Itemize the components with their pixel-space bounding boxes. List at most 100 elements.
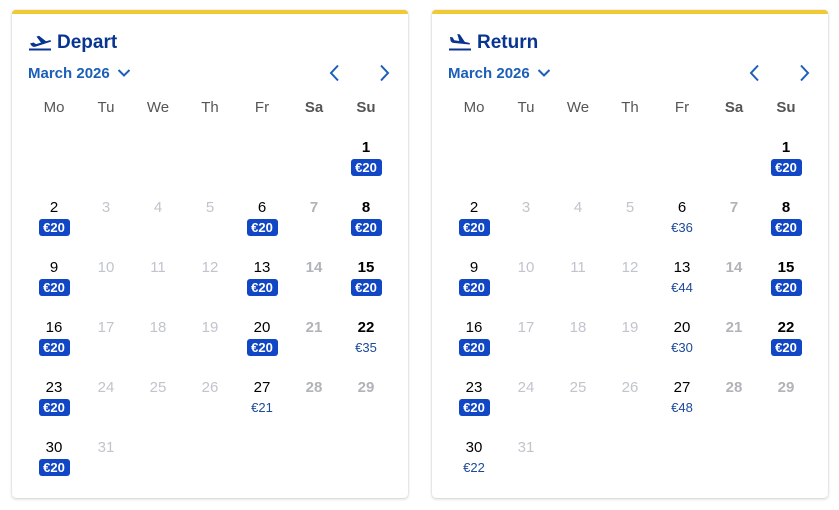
low-price-badge: €20 bbox=[38, 399, 70, 416]
day-cell: 12 bbox=[604, 259, 656, 309]
day-number: 23 bbox=[465, 379, 483, 396]
day-number: 24 bbox=[517, 379, 535, 396]
day-cell[interactable]: 30 €20 bbox=[28, 439, 80, 489]
day-cell: 10 bbox=[80, 259, 132, 309]
day-cell[interactable]: 20 €20 bbox=[236, 319, 288, 369]
day-number: 21 bbox=[305, 319, 323, 336]
day-number: 29 bbox=[777, 379, 795, 396]
day-cell[interactable]: 1 €20 bbox=[760, 139, 812, 189]
low-price-badge: €20 bbox=[770, 279, 802, 296]
day-number: 18 bbox=[149, 319, 167, 336]
day-cell[interactable]: 22 €20 bbox=[760, 319, 812, 369]
day-cell[interactable]: 22 €35 bbox=[340, 319, 392, 369]
next-month-button[interactable] bbox=[375, 63, 395, 83]
day-cell: 10 bbox=[500, 259, 552, 309]
low-price-badge: €20 bbox=[350, 159, 382, 176]
day-cell: 12 bbox=[184, 259, 236, 309]
day-number: 12 bbox=[201, 259, 219, 276]
chevron-right-icon bbox=[380, 64, 390, 82]
day-cell: 29 bbox=[760, 379, 812, 429]
day-cell[interactable]: 16 €20 bbox=[448, 319, 500, 369]
day-number: 8 bbox=[361, 199, 371, 216]
day-number: 16 bbox=[465, 319, 483, 336]
day-cell: 3 bbox=[500, 199, 552, 249]
day-cell[interactable]: 20 €30 bbox=[656, 319, 708, 369]
day-number: 1 bbox=[361, 139, 371, 156]
day-cell: 26 bbox=[184, 379, 236, 429]
day-number: 7 bbox=[729, 199, 739, 216]
day-number: 19 bbox=[201, 319, 219, 336]
day-number: 14 bbox=[305, 259, 323, 276]
day-cell: 5 bbox=[604, 199, 656, 249]
weekday-label: Su bbox=[776, 99, 796, 116]
weekday-label: Th bbox=[201, 99, 219, 116]
low-price-badge: €20 bbox=[38, 279, 70, 296]
weekday-label: Sa bbox=[304, 99, 324, 116]
weekday-label: Tu bbox=[517, 99, 535, 116]
day-cell: 11 bbox=[552, 259, 604, 309]
return-header: Return bbox=[448, 31, 538, 55]
day-cell[interactable]: 1 €20 bbox=[340, 139, 392, 189]
weekday-header: Mo Tu We Th Fr Sa Su bbox=[448, 99, 812, 119]
day-cell[interactable]: 13 €44 bbox=[656, 259, 708, 309]
day-cell[interactable]: 2 €20 bbox=[448, 199, 500, 249]
low-price-badge: €20 bbox=[458, 399, 490, 416]
day-cell[interactable]: 6 €36 bbox=[656, 199, 708, 249]
day-cell: 11 bbox=[132, 259, 184, 309]
weekday-label: Mo bbox=[463, 99, 485, 116]
day-cell[interactable]: 13 €20 bbox=[236, 259, 288, 309]
low-price-badge: €20 bbox=[458, 279, 490, 296]
day-number: 11 bbox=[150, 259, 166, 276]
month-dropdown[interactable]: March 2026 bbox=[448, 63, 551, 83]
price-label: €48 bbox=[671, 400, 693, 415]
day-number: 4 bbox=[573, 199, 583, 216]
day-cell[interactable]: 8 €20 bbox=[340, 199, 392, 249]
month-dropdown[interactable]: March 2026 bbox=[28, 63, 131, 83]
day-cell[interactable]: 15 €20 bbox=[340, 259, 392, 309]
day-cell: 18 bbox=[552, 319, 604, 369]
weekday-label: Su bbox=[356, 99, 376, 116]
day-number: 11 bbox=[570, 259, 586, 276]
return-calendar: Return March 2026 Mo Tu We Th Fr Sa Su 1 €20 2 €2… bbox=[432, 10, 828, 498]
next-month-button[interactable] bbox=[795, 63, 815, 83]
day-cell: 19 bbox=[604, 319, 656, 369]
day-cell: 17 bbox=[80, 319, 132, 369]
low-price-badge: €20 bbox=[38, 339, 70, 356]
depart-calendar: Depart March 2026 Mo Tu We Th Fr Sa Su 1 €20 2 €2… bbox=[12, 10, 408, 498]
day-grid: 1 €20 2 €20 3 4 5 6 €36 7 8 €20 9 €20 10 11 12 13 €44 14 15 €… bbox=[448, 139, 812, 499]
previous-month-button[interactable] bbox=[324, 63, 344, 83]
weekday-label: Fr bbox=[254, 99, 270, 116]
day-cell: 28 bbox=[288, 379, 340, 429]
day-cell[interactable]: 2 €20 bbox=[28, 199, 80, 249]
day-cell[interactable]: 27 €21 bbox=[236, 379, 288, 429]
day-cell[interactable]: 23 €20 bbox=[448, 379, 500, 429]
day-number: 7 bbox=[309, 199, 319, 216]
day-cell: 31 bbox=[80, 439, 132, 489]
low-price-badge: €20 bbox=[246, 279, 278, 296]
day-number: 8 bbox=[781, 199, 791, 216]
day-cell: 25 bbox=[132, 379, 184, 429]
chevron-left-icon bbox=[749, 64, 759, 82]
weekday-label: Tu bbox=[97, 99, 115, 116]
day-cell[interactable]: 27 €48 bbox=[656, 379, 708, 429]
day-cell[interactable]: 15 €20 bbox=[760, 259, 812, 309]
day-number: 14 bbox=[725, 259, 743, 276]
day-number: 16 bbox=[45, 319, 63, 336]
day-number: 17 bbox=[97, 319, 115, 336]
day-cell[interactable]: 30 €22 bbox=[448, 439, 500, 489]
day-number: 25 bbox=[149, 379, 167, 396]
day-number: 10 bbox=[97, 259, 115, 276]
day-cell[interactable]: 9 €20 bbox=[448, 259, 500, 309]
day-number: 6 bbox=[257, 199, 267, 216]
previous-month-button[interactable] bbox=[744, 63, 764, 83]
day-cell[interactable]: 6 €20 bbox=[236, 199, 288, 249]
day-number: 13 bbox=[253, 259, 271, 276]
day-number: 28 bbox=[305, 379, 323, 396]
day-cell[interactable]: 16 €20 bbox=[28, 319, 80, 369]
day-number: 4 bbox=[153, 199, 163, 216]
day-cell: 29 bbox=[340, 379, 392, 429]
day-cell[interactable]: 9 €20 bbox=[28, 259, 80, 309]
day-cell[interactable]: 23 €20 bbox=[28, 379, 80, 429]
day-cell[interactable]: 8 €20 bbox=[760, 199, 812, 249]
day-number: 26 bbox=[201, 379, 219, 396]
